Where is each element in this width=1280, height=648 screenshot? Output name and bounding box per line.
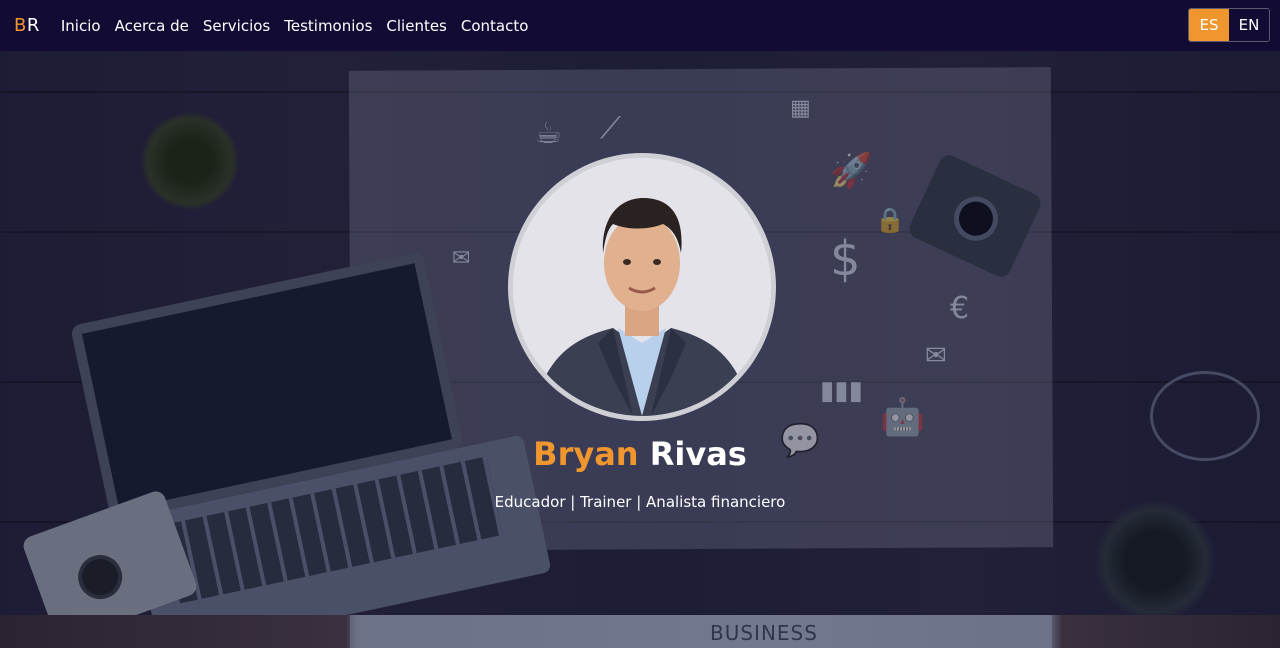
nav-links: Inicio Acerca de Servicios Testimonios C… bbox=[54, 17, 536, 35]
hero-first-name: Bryan bbox=[533, 435, 639, 473]
brand-letter-r: R bbox=[26, 15, 40, 36]
next-section-paper: BUSINESS bbox=[350, 615, 1052, 648]
top-navbar: BR Inicio Acerca de Servicios Testimonio… bbox=[0, 0, 1280, 51]
rocket-icon: 🚀 bbox=[830, 151, 873, 191]
cactus-decoration bbox=[1095, 501, 1215, 615]
next-section-preview: BUSINESS bbox=[0, 615, 1280, 648]
hero-name: Bryan Rivas bbox=[0, 435, 1280, 473]
hero-section: ☕ ⟋ ▦ $ 🔒 € ✉ ✉ 🤖 🚀 ▮▮▮ 💬 Bryan Rivas Ed… bbox=[0, 51, 1280, 615]
lang-es-button[interactable]: ES bbox=[1189, 9, 1229, 41]
lock-icon: 🔒 bbox=[875, 206, 905, 234]
robot-icon: 🤖 bbox=[880, 397, 925, 438]
plant-decoration bbox=[140, 111, 240, 211]
nav-link-contacto[interactable]: Contacto bbox=[454, 17, 536, 35]
mail-icon: ✉ bbox=[925, 341, 947, 371]
euro-sign-icon: € bbox=[950, 291, 970, 326]
coffee-cup-icon: ☕ bbox=[535, 116, 562, 151]
calendar-icon: ▦ bbox=[790, 96, 811, 121]
profile-photo bbox=[513, 158, 771, 416]
person-portrait-icon bbox=[513, 158, 771, 416]
hero-subtitle: Educador | Trainer | Analista financiero bbox=[494, 493, 786, 511]
bar-chart-icon: ▮▮▮ bbox=[820, 376, 863, 406]
nav-link-inicio[interactable]: Inicio bbox=[54, 17, 108, 35]
nav-link-servicios[interactable]: Servicios bbox=[196, 17, 277, 35]
nav-link-acerca-de[interactable]: Acerca de bbox=[108, 17, 196, 35]
profile-photo-frame bbox=[508, 153, 776, 421]
brand-logo[interactable]: BR bbox=[14, 15, 40, 36]
nav-link-clientes[interactable]: Clientes bbox=[379, 17, 453, 35]
lang-en-button[interactable]: EN bbox=[1229, 9, 1269, 41]
hero-last-name: Rivas bbox=[649, 435, 747, 473]
business-doodle-text: BUSINESS bbox=[710, 621, 818, 645]
chart-line-icon: ⟋ bbox=[600, 111, 621, 146]
language-switcher: ES EN bbox=[1188, 8, 1270, 42]
dollar-sign-icon: $ bbox=[830, 231, 861, 287]
nav-link-testimonios[interactable]: Testimonios bbox=[277, 17, 379, 35]
brand-letter-b: B bbox=[14, 15, 27, 36]
